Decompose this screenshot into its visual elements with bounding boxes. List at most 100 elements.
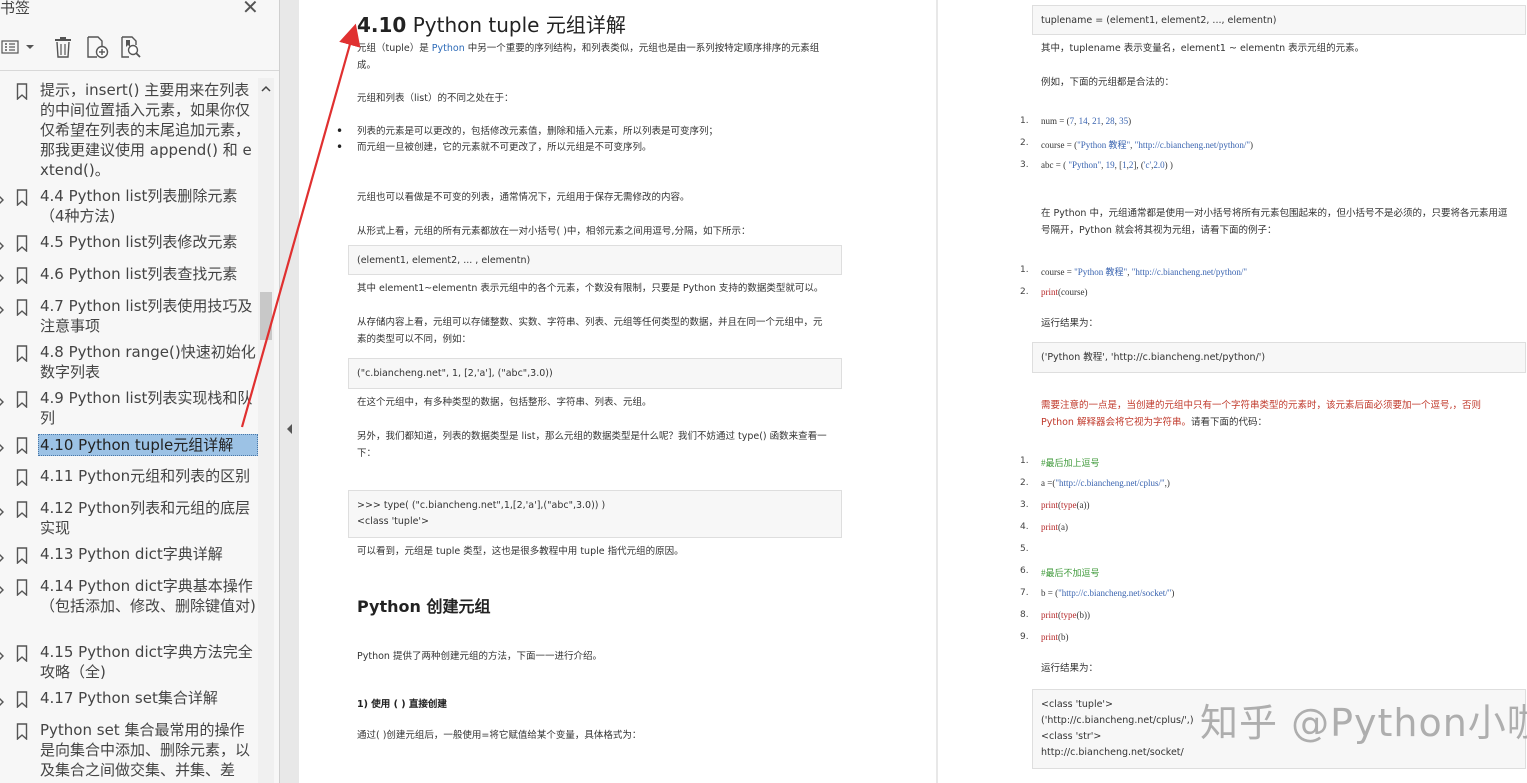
bullet-tuple-immutable: 而元组一旦被创建，它的元素就不可更改了，所以元组是不可变序列。	[336, 139, 827, 156]
store-paragraph: 从存储内容上看，元组可以存储整数、实数、字符串、列表、元组等任何类型的数据，并且…	[357, 317, 823, 345]
bookmark-panel-title: 书签	[0, 0, 31, 17]
bookmark-label: 4.4 Python list列表删除元素（4种方法)	[40, 187, 238, 225]
python-link[interactable]: Python	[432, 43, 465, 54]
bookmark-label: 4.17 Python set集合详解	[40, 689, 218, 707]
bookmark-label: 提示，insert() 主要用来在列表的中间位置插入元素，如果你仅仅希望在列表的…	[40, 81, 252, 179]
paren-paragraph: 在 Python 中，元组通常都是使用一对小括号将所有元素包围起来的，但小括号不…	[1041, 208, 1508, 236]
page-title: 4.10 Python tuple 元组详解	[357, 13, 626, 37]
subsection-heading-direct: 1) 使用 ( ) 直接创建	[357, 699, 447, 710]
view-options-icon[interactable]	[0, 32, 36, 62]
toolbar-divider	[0, 70, 279, 71]
watermark: 知乎 @Python小咖	[1200, 701, 1527, 745]
code-line-number: 2.	[1020, 478, 1029, 488]
code-line-number: 6.	[1020, 566, 1029, 576]
expand-arrow-icon[interactable]	[0, 503, 5, 516]
bookmark-label: 4.5 Python list列表修改元素	[40, 233, 238, 251]
bookmark-label: 4.15 Python dict字典方法完全攻略（全)	[40, 643, 253, 681]
code-line-number: 8.	[1020, 610, 1029, 620]
bookmark-list: 提示，insert() 主要用来在列表的中间位置插入元素，如果你仅仅希望在列表的…	[0, 78, 258, 783]
code-text: ('Python 教程', 'http://c.biancheng.net/py…	[1041, 352, 1266, 363]
panel-splitter[interactable]	[281, 0, 299, 783]
expand-arrow-icon[interactable]	[0, 237, 5, 250]
code-line-number: 4.	[1020, 522, 1029, 532]
bookmark-label: 4.6 Python list列表查找元素	[40, 265, 238, 283]
code-block-tuple-form: (element1, element2, ... , elementn)	[348, 245, 842, 275]
result-label-1: 运行结果为：	[1041, 318, 1099, 329]
code-line-number: 2.	[1020, 287, 1029, 297]
intro-paragraph: 元组（tuple）是 Python 中另一个重要的序列结构，和列表类似，元组也是…	[357, 43, 820, 71]
delete-bookmark-icon[interactable]	[48, 32, 78, 62]
expand-arrow-icon[interactable]	[0, 581, 5, 594]
code-line: num = (7, 14, 21, 28, 35)	[1041, 116, 1132, 126]
seen-paragraph: 可以看到，元组是 tuple 类型，这也是很多教程中用 tuple 指代元组的原…	[357, 546, 684, 557]
bookmark-icon	[16, 723, 28, 741]
expand-arrow-icon[interactable]	[0, 549, 5, 562]
expand-arrow-icon[interactable]	[0, 269, 5, 282]
code-line-number: 9.	[1020, 632, 1029, 642]
bookmark-label: Python set 集合最常用的操作是向集合中添加、删除元素，以及集合之间做交…	[40, 721, 251, 779]
bookmark-icon	[16, 299, 28, 317]
elements-paragraph: 其中 element1~elementn 表示元组中的各个元素，个数没有限制，只…	[357, 283, 824, 294]
code-line: course = ("Python 教程", "http://c.bianche…	[1041, 140, 1253, 150]
bookmark-scrollbar[interactable]	[258, 78, 274, 783]
expand-arrow-icon[interactable]	[0, 439, 5, 452]
result-label-2: 运行结果为：	[1041, 663, 1099, 674]
expand-arrow-icon[interactable]	[0, 647, 5, 660]
bookmark-icon	[16, 83, 28, 101]
code-block-tuple-syntax: tuplename = (element1, element2, ..., el…	[1032, 5, 1526, 35]
code-line: print(b)	[1041, 632, 1069, 642]
form-paragraph: 从形式上看，元组的所有元素都放在一对小括号( )中，相邻元素之间用逗号,分隔，如…	[357, 226, 751, 237]
scroll-up-arrow-icon[interactable]	[260, 80, 272, 92]
code-text: (element1, element2, ... , elementn)	[357, 255, 531, 266]
bookmark-icon	[16, 579, 28, 597]
close-icon[interactable]: ✕	[242, 0, 259, 19]
add-bookmark-icon[interactable]	[82, 32, 112, 62]
expand-arrow-icon[interactable]	[0, 191, 5, 204]
code-line-number: 1.	[1020, 456, 1029, 466]
code-line-number: 1.	[1020, 265, 1029, 275]
document-page-left: 4.10 Python tuple 元组详解 元组（tuple）是 Python…	[299, 0, 936, 783]
scrollbar-thumb[interactable]	[260, 292, 272, 340]
expand-arrow-icon[interactable]	[0, 693, 5, 706]
diff-intro: 元组和列表（list）的不同之处在于：	[357, 93, 514, 104]
bullet-list-mutable: 列表的元素是可以更改的，包括修改元素值，删除和插入元素，所以列表是可变序列；	[336, 123, 827, 140]
section-heading-create: Python 创建元组	[357, 597, 491, 616]
bookmark-panel: 书签 ✕ 提示，insert() 主要用来在列表的中间位置插入元素，如果你仅仅希…	[0, 0, 280, 783]
bookmark-toolbar	[0, 32, 279, 64]
note-paragraph: 需要注意的一点是，当创建的元组中只有一个字符串类型的元素时，该元素后面必须要加一…	[1041, 400, 1482, 428]
immutable-paragraph: 元组也可以看做是不可变的列表，通常情况下，元组用于保存无需修改的内容。	[357, 192, 690, 203]
code-line: #最后加上逗号	[1041, 458, 1100, 468]
bookmark-icon	[16, 437, 28, 455]
bookmark-icon	[16, 345, 28, 363]
bookmark-label: 4.13 Python dict字典详解	[40, 545, 223, 563]
code-line: print(type(b))	[1041, 610, 1090, 620]
code-line: print(course)	[1041, 287, 1088, 297]
code-line: >>> type( ("c.biancheng.net",1,[2,'a'],(…	[357, 500, 606, 511]
bookmark-icon	[16, 267, 28, 285]
bookmark-icon	[16, 235, 28, 253]
code-line: course = "Python 教程", "http://c.bianchen…	[1041, 267, 1248, 277]
two-ways-paragraph: Python 提供了两种创建元组的方法，下面一一进行介绍。	[357, 651, 602, 662]
code-text: ("c.biancheng.net", 1, [2,'a'], ("abc",3…	[357, 368, 553, 379]
bookmark-label: 4.9 Python list列表实现栈和队列	[40, 389, 253, 427]
bookmark-label: 4.12 Python列表和元组的底层实现	[40, 499, 251, 537]
bookmark-icon	[16, 691, 28, 709]
bookmark-icon	[16, 469, 28, 487]
bookmark-icon	[16, 645, 28, 663]
expand-arrow-icon[interactable]	[0, 301, 5, 314]
code-block-type-check: >>> type( ("c.biancheng.net",1,[2,'a'],(…	[348, 490, 842, 538]
bookmark-label: 4.14 Python dict字典基本操作（包括添加、修改、删除键值对)	[40, 577, 256, 615]
code-block-mixed-tuple: ("c.biancheng.net", 1, [2,'a'], ("abc",3…	[348, 358, 842, 389]
document-page-right: tuplename = (element1, element2, ..., el…	[938, 0, 1527, 783]
code-line: #最后不加逗号	[1041, 568, 1100, 578]
find-bookmark-icon[interactable]	[116, 32, 146, 62]
code-block-result-1: ('Python 教程', 'http://c.biancheng.net/py…	[1032, 342, 1526, 373]
code-text: tuplename = (element1, element2, ..., el…	[1041, 15, 1277, 26]
where-paragraph: 其中，tuplename 表示变量名，element1 ~ elementn 表…	[1041, 43, 1365, 54]
expand-arrow-icon[interactable]	[0, 393, 5, 406]
code-line-number: 2.	[1020, 138, 1029, 148]
example-paragraph: 例如，下面的元组都是合法的：	[1041, 77, 1175, 88]
types-paragraph: 在这个元组中，有多种类型的数据，包括整形、字符串、列表、元组。	[357, 397, 652, 408]
code-line-number: 3.	[1020, 500, 1029, 510]
collapse-panel-arrow-icon[interactable]	[286, 420, 294, 434]
